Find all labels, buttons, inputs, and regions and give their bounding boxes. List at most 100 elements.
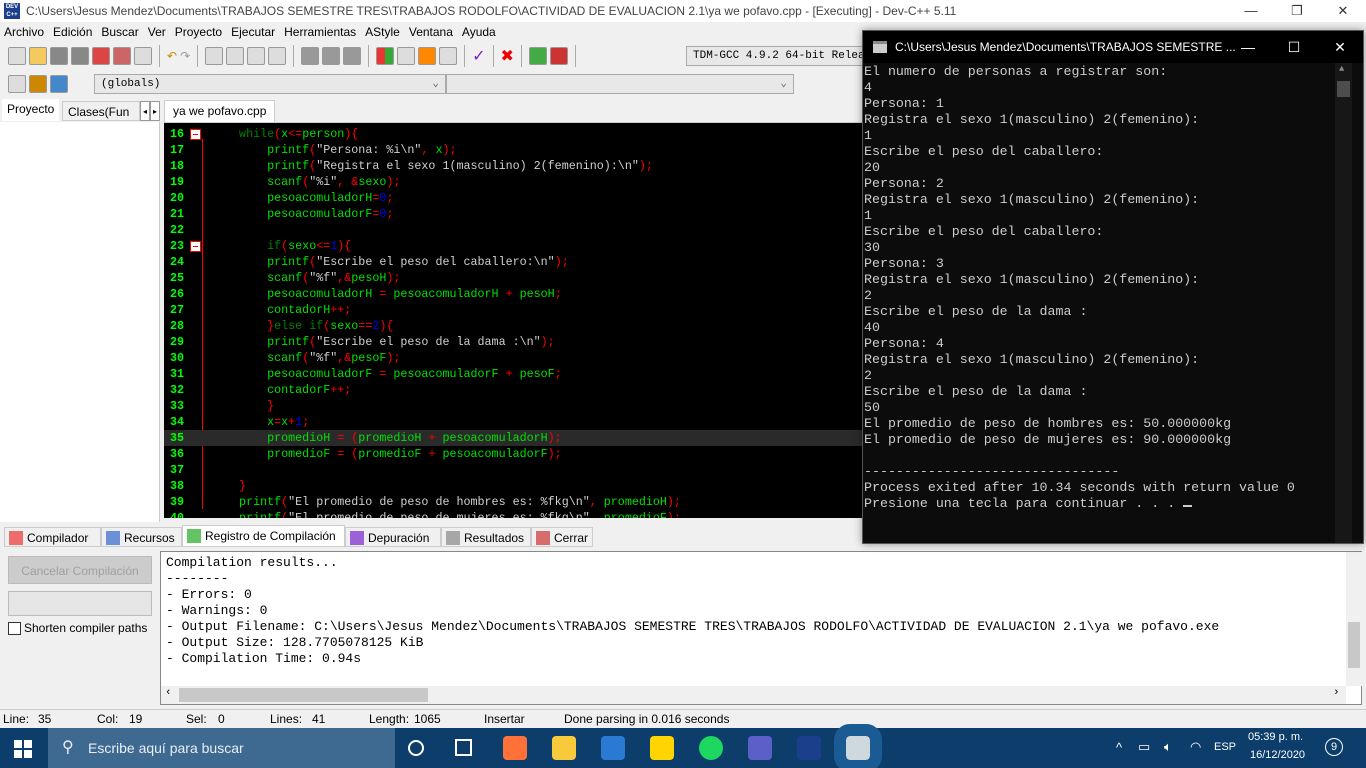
run-icon[interactable] [397, 47, 416, 65]
code-line[interactable]: 25 scanf("%f",&pesoH); [164, 270, 862, 286]
close-file-icon[interactable] [92, 47, 110, 65]
find-icon[interactable] [205, 47, 224, 65]
class-browser-icon[interactable] [8, 75, 26, 93]
menu-ayuda[interactable]: Ayuda [458, 25, 500, 39]
code-line[interactable]: 32 contadorF++; [164, 382, 862, 398]
unindent-icon[interactable] [268, 47, 287, 65]
compile-log[interactable]: Compilation results... -------- - Errors: … [160, 551, 1362, 705]
console-scrollbar[interactable]: ▲ [1335, 63, 1352, 543]
code-line[interactable]: 38 } [164, 478, 862, 494]
sticky-notes-icon[interactable] [650, 736, 674, 760]
code-line[interactable]: 35 promedioH = (promedioH + pesoacomulad… [164, 430, 862, 446]
scroll-left-icon[interactable]: ‹ [165, 687, 172, 699]
console-window[interactable]: C:\Users\Jesus Mendez\Documents\TRABAJOS… [862, 30, 1364, 544]
code-line[interactable]: 30 scanf("%f",&pesoF); [164, 350, 862, 366]
back-icon[interactable] [301, 47, 320, 65]
tab-recursos[interactable]: Recursos [101, 527, 182, 547]
file-explorer-icon[interactable] [552, 736, 576, 760]
console-output[interactable]: El numero de personas a registrar son: 4 P… [863, 63, 1363, 543]
bookmark-icon[interactable] [343, 47, 362, 65]
add-to-project-icon[interactable] [29, 75, 47, 93]
show-hidden-icons-icon[interactable]: ^ [1116, 740, 1122, 755]
globals-select[interactable]: (globals) ⌄ [94, 74, 446, 94]
photos-icon[interactable] [601, 736, 625, 760]
console-close-button[interactable]: ✕ [1317, 31, 1363, 63]
code-line[interactable]: 26 pesoacomuladorH = pesoacomuladorH + p… [164, 286, 862, 302]
code-line[interactable]: 34 x=x+1; [164, 414, 862, 430]
code-line[interactable]: 21 pesoacomuladorF=0; [164, 206, 862, 222]
code-line[interactable]: 20 pesoacomuladorH=0; [164, 190, 862, 206]
shorten-paths-checkbox[interactable] [8, 621, 21, 635]
scrollbar-thumb[interactable] [179, 688, 428, 702]
wifi-icon[interactable]: ◠ [1190, 739, 1201, 755]
menu-ver[interactable]: Ver [144, 25, 170, 39]
stop-icon[interactable]: ✖ [501, 46, 514, 66]
menu-astyle[interactable]: AStyle [361, 25, 404, 39]
code-line[interactable]: 17 printf("Persona: %i\n", x); [164, 142, 862, 158]
maximize-button[interactable]: ❐ [1274, 0, 1320, 22]
horizontal-scrollbar[interactable]: ‹ › [161, 686, 1346, 704]
compile-run-icon[interactable] [418, 47, 437, 65]
project-options-icon[interactable] [50, 75, 68, 93]
windows-start-icon[interactable] [14, 740, 32, 758]
fold-toggle-icon[interactable] [190, 241, 201, 252]
console-window-icon[interactable] [834, 724, 882, 768]
menu-proyecto[interactable]: Proyecto [171, 25, 226, 39]
tab-depuración[interactable]: Depuración [345, 527, 441, 547]
menu-buscar[interactable]: Buscar [97, 25, 142, 39]
vertical-scrollbar[interactable] [1346, 552, 1362, 686]
notifications-badge[interactable]: 9 [1325, 738, 1343, 756]
code-line[interactable]: 19 scanf("%i", &sexo); [164, 174, 862, 190]
teams-icon[interactable] [748, 736, 772, 760]
code-line[interactable]: 40 printf("El promedio de peso de mujere… [164, 510, 862, 518]
file-tab[interactable]: ya we pofavo.cpp [164, 100, 276, 122]
code-line[interactable]: 16 while(x<=person){ [164, 126, 862, 142]
code-line[interactable]: 29 printf("Escribe el peso de la dama :\… [164, 334, 862, 350]
code-line[interactable]: 18 printf("Registra el sexo 1(masculino)… [164, 158, 862, 174]
volume-icon[interactable]: 🔈︎ [1164, 739, 1172, 755]
clock-date[interactable]: 16/12/2020 [1250, 749, 1305, 761]
code-line[interactable]: 24 printf("Escribe el peso del caballero… [164, 254, 862, 270]
task-view-icon[interactable] [455, 739, 472, 756]
dev-cpp-icon[interactable] [797, 736, 821, 760]
compile-icon[interactable] [376, 47, 395, 65]
code-editor[interactable]: 16 while(x<=person){17 printf("Persona: … [164, 122, 862, 518]
menu-ejecutar[interactable]: Ejecutar [227, 25, 279, 39]
tab-proyecto[interactable]: Proyecto [2, 99, 60, 121]
undo-icon[interactable]: ↶ [167, 49, 177, 63]
tab-compilador[interactable]: Compilador [4, 527, 101, 547]
delete-profile-icon[interactable] [549, 47, 568, 65]
open-icon[interactable] [29, 47, 47, 65]
function-select[interactable]: ⌄ [446, 74, 794, 94]
scroll-up-icon[interactable]: ▲ [1339, 64, 1344, 74]
cortana-icon[interactable] [408, 740, 424, 756]
save-icon[interactable] [50, 47, 68, 65]
clock-time[interactable]: 05:39 p. m. [1248, 731, 1303, 743]
code-line[interactable]: 33 } [164, 398, 862, 414]
menu-herramientas[interactable]: Herramientas [280, 25, 360, 39]
menu-archivo[interactable]: Archivo [0, 25, 48, 39]
close-all-icon[interactable] [113, 47, 131, 65]
code-line[interactable]: 37 [164, 462, 862, 478]
code-line[interactable]: 31 pesoacomuladorF = pesoacomuladorF + p… [164, 366, 862, 382]
battery-icon[interactable]: ▭ [1138, 739, 1150, 755]
syntax-check-icon[interactable]: ✓ [472, 46, 485, 66]
forward-icon[interactable] [322, 47, 341, 65]
tab-scroll-right-icon[interactable]: ▸ [150, 101, 160, 121]
fold-toggle-icon[interactable] [190, 129, 201, 140]
code-line[interactable]: 23 if(sexo<=1){ [164, 238, 862, 254]
rebuild-icon[interactable] [439, 47, 458, 65]
console-minimize-button[interactable]: — [1225, 31, 1271, 63]
console-scrollbar-thumb[interactable] [1337, 81, 1350, 97]
save-all-icon[interactable] [71, 47, 89, 65]
language-indicator[interactable]: ESP [1214, 741, 1236, 753]
code-line[interactable]: 28 }else if(sexo==2){ [164, 318, 862, 334]
tab-resultados[interactable]: Resultados [441, 527, 531, 547]
project-panel[interactable] [0, 122, 160, 522]
console-maximize-button[interactable]: ☐ [1271, 31, 1317, 63]
code-line[interactable]: 39 printf("El promedio de peso de hombre… [164, 494, 862, 510]
replace-icon[interactable] [226, 47, 245, 65]
tab-registro[interactable]: Registro de Compilación [182, 525, 345, 547]
code-line[interactable]: 22 [164, 222, 862, 238]
code-line[interactable]: 36 promedioF = (promedioF + pesoacomulad… [164, 446, 862, 462]
